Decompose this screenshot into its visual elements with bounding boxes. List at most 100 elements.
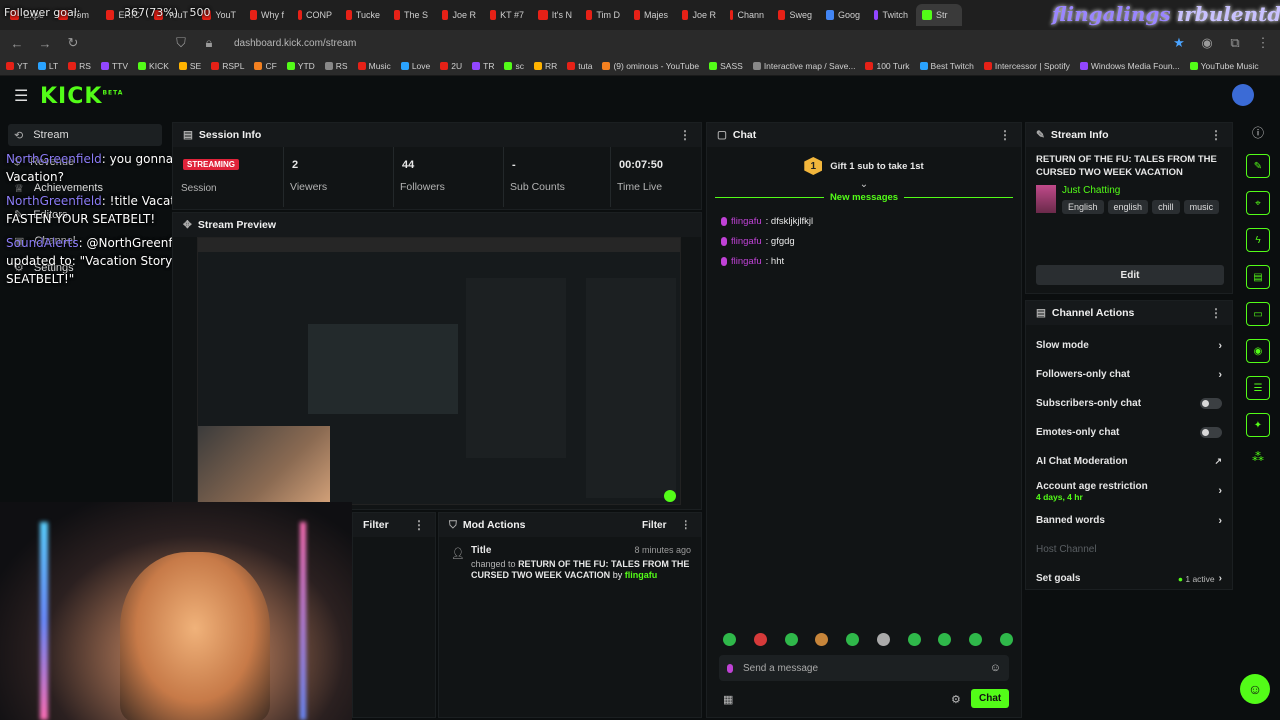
extensions-icon[interactable]: ⧉ <box>1226 35 1244 51</box>
browser-tab[interactable]: Joe R <box>676 4 722 26</box>
document-icon[interactable]: ▤ <box>1246 265 1270 289</box>
kebab-icon[interactable]: ⋮ <box>679 128 691 142</box>
kebab-icon[interactable]: ⋮ <box>1210 306 1222 320</box>
bookmark-item[interactable]: Intercessor | Spotify <box>983 61 1070 71</box>
kebab-icon[interactable]: ⋮ <box>1210 128 1222 142</box>
bookmark-item[interactable]: SASS <box>709 61 743 71</box>
browser-tab[interactable]: Why f <box>244 4 290 26</box>
bookmark-item[interactable]: sc <box>504 61 524 71</box>
mod-action-user[interactable]: flingafu <box>625 570 658 580</box>
chat-store-icon[interactable]: ▦ <box>723 693 733 706</box>
bookmark-item[interactable]: RR <box>533 61 557 71</box>
followers-only-row[interactable]: Followers-only chat › <box>1026 360 1232 389</box>
banned-words-row[interactable]: Banned words › <box>1026 506 1232 535</box>
bookmark-item[interactable]: LT <box>37 61 58 71</box>
bookmark-item[interactable]: RS <box>324 61 348 71</box>
lightning-icon[interactable]: ϟ <box>1246 228 1270 252</box>
stream-tag[interactable]: chill <box>1152 200 1180 214</box>
gift-sub-banner[interactable]: 1 Gift 1 sub to take 1st <box>707 157 1021 175</box>
profile-icon[interactable]: ◉ <box>1198 35 1216 51</box>
wrench-icon[interactable]: ✦ <box>1246 413 1270 437</box>
edit-icon[interactable]: ✎ <box>1246 154 1270 178</box>
emote-icon[interactable] <box>999 633 1013 646</box>
bookmark-item[interactable]: TTV <box>100 61 128 71</box>
bookmark-item[interactable]: YT <box>6 61 28 71</box>
kick-logo[interactable]: KICKBETA <box>40 84 123 109</box>
bookmark-item[interactable]: YTD <box>286 61 315 71</box>
star-icon[interactable]: ★ <box>1170 35 1188 51</box>
ai-moderation-row[interactable]: AI Chat Moderation ↗ <box>1026 447 1232 476</box>
set-goals-row[interactable]: Set goals ● 1 active › <box>1026 564 1232 593</box>
emote-icon[interactable] <box>784 633 798 646</box>
browser-tab[interactable]: Goog <box>820 4 866 26</box>
filter-button[interactable]: Filter <box>642 520 666 531</box>
category-thumbnail[interactable] <box>1036 185 1056 213</box>
bookmark-item[interactable]: Interactive map / Save... <box>752 61 855 71</box>
emote-icon[interactable] <box>938 633 952 646</box>
emote-icon[interactable] <box>815 633 829 646</box>
back-icon[interactable]: ← <box>8 36 26 51</box>
chat-input[interactable]: Send a message ☺ <box>719 655 1009 681</box>
community-icon[interactable]: ⁂ <box>1252 450 1264 464</box>
chevron-down-icon[interactable]: ⌄ <box>707 179 1021 190</box>
bookmark-item[interactable]: YouTube Music <box>1189 61 1259 71</box>
gear-icon[interactable]: ⚙ <box>951 693 961 706</box>
hamburger-menu-icon[interactable]: ☰ <box>14 86 28 106</box>
user-avatar[interactable] <box>1232 84 1254 106</box>
browser-tab[interactable]: The S <box>388 4 434 26</box>
bookmark-item[interactable]: Best Twitch <box>919 61 974 71</box>
chat-username[interactable]: flingafu <box>731 216 762 227</box>
emote-icon[interactable] <box>876 633 890 646</box>
browser-tab[interactable]: Tucke <box>340 4 386 26</box>
browser-tab[interactable]: Twitch <box>868 4 914 26</box>
bookmark-item[interactable]: tuta <box>567 61 592 71</box>
browser-tab[interactable]: KT #7 <box>484 4 530 26</box>
slow-mode-row[interactable]: Slow mode › <box>1026 331 1232 360</box>
bookmark-item[interactable]: KICK <box>138 61 169 71</box>
browser-tab[interactable]: Tim D <box>580 4 626 26</box>
subscribers-only-toggle[interactable] <box>1200 398 1222 409</box>
emote-icon[interactable] <box>723 633 736 646</box>
stream-preview-video[interactable] <box>197 237 681 505</box>
filter-button[interactable]: Filter <box>363 519 389 531</box>
bookmark-item[interactable]: SE <box>178 61 201 71</box>
url-input[interactable]: dashboard.kick.com/stream <box>234 38 356 49</box>
browser-tab[interactable]: Chann <box>724 4 770 26</box>
emote-icon[interactable] <box>846 633 860 646</box>
kebab-icon[interactable]: ⋮ <box>681 519 692 531</box>
forward-icon[interactable]: → <box>36 36 54 51</box>
bookmark-item[interactable]: 2U <box>440 61 462 71</box>
emoji-icon[interactable]: ☺ <box>990 662 1001 674</box>
chat-username[interactable]: flingafu <box>731 236 762 247</box>
stream-tag[interactable]: English <box>1062 200 1104 214</box>
emotes-only-toggle[interactable] <box>1200 427 1222 438</box>
stream-tag[interactable]: music <box>1183 200 1220 214</box>
layout-icon[interactable]: ☰ <box>1246 376 1270 400</box>
browser-tab[interactable]: CONP <box>292 4 338 26</box>
info-icon[interactable]: ⓘ <box>1252 124 1264 141</box>
kebab-icon[interactable]: ⋮ <box>413 518 425 532</box>
category-name[interactable]: Just Chatting <box>1062 185 1219 196</box>
kebab-icon[interactable]: ⋮ <box>999 128 1011 142</box>
age-restriction-row[interactable]: Account age restriction 4 days, 4 hr › <box>1026 476 1232 506</box>
shield-icon[interactable]: ⛉ <box>172 35 190 51</box>
chat-username[interactable]: flingafu <box>731 256 762 267</box>
edit-stream-info-button[interactable]: Edit <box>1036 265 1224 285</box>
sidebar-item-stream[interactable]: ⟲ Stream <box>8 124 162 146</box>
chat-bubble-icon[interactable]: ▭ <box>1246 302 1270 326</box>
bookmark-item[interactable]: Music <box>357 61 391 71</box>
browser-tab[interactable]: Sweg <box>772 4 818 26</box>
browser-tab[interactable]: Joe R <box>436 4 482 26</box>
emote-icon[interactable] <box>753 633 767 646</box>
reload-icon[interactable]: ↻ <box>64 35 82 51</box>
browser-tab[interactable]: It's N <box>532 4 578 26</box>
bookmark-item[interactable]: Windows Media Foun... <box>1079 61 1180 71</box>
emote-icon[interactable] <box>969 633 983 646</box>
bookmark-item[interactable]: RSPL <box>211 61 244 71</box>
support-icon[interactable]: ☺ <box>1240 674 1270 704</box>
bookmark-item[interactable]: Love <box>400 61 430 71</box>
browser-tab[interactable]: Str <box>916 4 962 26</box>
stream-tag[interactable]: english <box>1107 200 1149 214</box>
bookmark-item[interactable]: 100 Turk <box>865 61 910 71</box>
menu-icon[interactable]: ⋮ <box>1254 35 1272 51</box>
